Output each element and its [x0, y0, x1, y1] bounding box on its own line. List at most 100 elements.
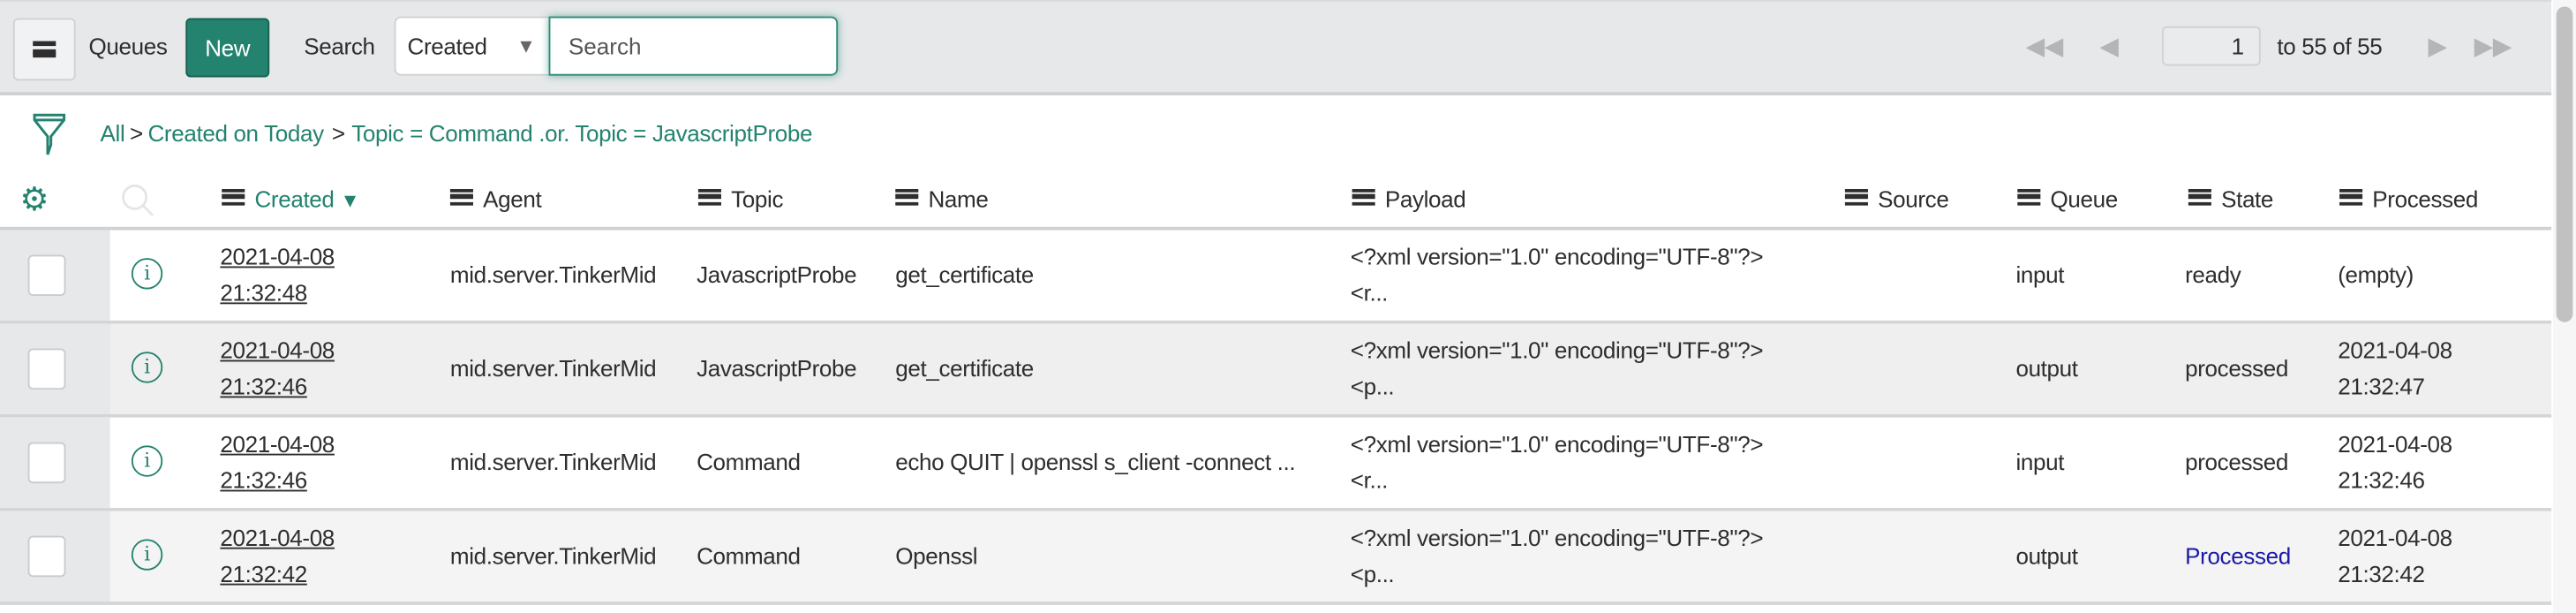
queue-cell: input [2015, 261, 2065, 288]
payload-cell-line2: <p... [1350, 373, 1395, 400]
list-toolbar: Queues New Search Created ▼ ◀◀ ◀ to 55 of… [0, 0, 2552, 95]
column-label: Agent [483, 185, 542, 213]
created-time-link[interactable]: 21:32:46 [220, 368, 307, 405]
table-row[interactable]: i 2021-04-08 21:32:48 mid.server.TinkerMid J… [0, 230, 2552, 324]
column-menu-icon[interactable] [2017, 189, 2041, 206]
column-header-created[interactable]: Created ▼ [222, 185, 360, 213]
name-cell: Openssl [895, 542, 978, 569]
search-column-icon[interactable] [120, 183, 156, 219]
column-label: Processed [2372, 185, 2479, 213]
name-cell: echo QUIT | openssl s_client -connect ..… [895, 449, 1296, 475]
agent-cell: mid.server.TinkerMid [449, 261, 657, 288]
topic-cell: Command [697, 449, 801, 475]
payload-cell-line2: <p... [1350, 560, 1395, 587]
created-date-link[interactable]: 2021-04-08 [220, 332, 335, 368]
processed-time: 21:32:42 [2338, 560, 2425, 587]
breadcrumb-topic-filter[interactable]: Topic = Command .or. Topic = JavascriptP… [351, 120, 812, 147]
column-header-payload[interactable]: Payload [1352, 185, 1466, 212]
column-label: State [2221, 185, 2274, 213]
agent-cell: mid.server.TinkerMid [449, 354, 657, 382]
processed-time: 21:32:46 [2338, 466, 2425, 494]
processed-time: 21:32:47 [2338, 373, 2425, 400]
hamburger-icon [33, 41, 56, 58]
payload-cell-line1: <?xml version="1.0" encoding="UTF-8"?> [1350, 243, 1764, 270]
row-checkbox[interactable] [27, 254, 66, 296]
row-checkbox[interactable] [27, 442, 66, 484]
state-cell: Processed [2185, 542, 2291, 569]
processed-cell: (empty) [2338, 261, 2414, 288]
row-checkbox[interactable] [27, 535, 66, 578]
breadcrumb-created-today[interactable]: Created on Today [147, 120, 324, 147]
table-row[interactable]: i 2021-04-08 21:32:46 mid.server.TinkerMid C… [0, 417, 2552, 511]
column-header-queue[interactable]: Queue [2017, 185, 2118, 212]
column-menu-icon[interactable] [2188, 189, 2211, 206]
queue-cell: output [2015, 354, 2078, 382]
column-menu-icon[interactable] [697, 189, 721, 206]
agent-cell: mid.server.TinkerMid [449, 449, 657, 475]
column-menu-icon[interactable] [1844, 189, 1868, 206]
payload-cell-line1: <?xml version="1.0" encoding="UTF-8"?> [1350, 337, 1764, 364]
created-time-link[interactable]: 21:32:48 [220, 275, 307, 311]
last-page-icon[interactable]: ▶▶ [2474, 31, 2512, 61]
agent-cell: mid.server.TinkerMid [449, 542, 657, 569]
queue-cell: output [2015, 542, 2078, 569]
name-cell: get_certificate [895, 261, 1034, 288]
search-input[interactable] [548, 16, 839, 76]
column-header-name[interactable]: Name [895, 185, 989, 212]
name-cell: get_certificate [895, 354, 1034, 382]
breadcrumb-all[interactable]: All [101, 120, 125, 147]
gear-icon[interactable]: ⚙ [19, 179, 49, 221]
column-menu-icon[interactable] [222, 189, 245, 206]
state-cell: processed [2185, 354, 2288, 382]
scrollbar-thumb[interactable] [2556, 6, 2573, 322]
list-menu-button[interactable] [12, 18, 76, 81]
list-title: Queues [88, 33, 168, 59]
next-page-icon[interactable]: ▶ [2429, 31, 2447, 61]
queues-list-page: Queues New Search Created ▼ ◀◀ ◀ to 55 of… [0, 0, 2576, 613]
column-label: Payload [1384, 185, 1466, 213]
page-number-input[interactable] [2162, 26, 2261, 66]
previous-page-icon[interactable]: ◀ [2099, 31, 2118, 61]
column-label: Topic [731, 185, 784, 213]
table-row[interactable]: i 2021-04-08 21:32:46 mid.server.TinkerMid J… [0, 323, 2552, 418]
created-date-link[interactable]: 2021-04-08 [220, 426, 335, 462]
column-header-topic[interactable]: Topic [697, 185, 784, 213]
created-time-link[interactable]: 21:32:46 [220, 462, 307, 498]
info-icon[interactable]: i [131, 445, 163, 477]
row-checkbox[interactable] [27, 348, 66, 390]
search-label: Search [304, 33, 375, 59]
pagination-range: to 55 of 55 [2277, 33, 2383, 59]
queue-cell: input [2015, 449, 2065, 475]
created-date-link[interactable]: 2021-04-08 [220, 238, 335, 275]
state-cell: processed [2185, 449, 2288, 475]
column-header-agent[interactable]: Agent [449, 185, 542, 213]
column-menu-icon[interactable] [895, 189, 919, 206]
payload-cell-line1: <?xml version="1.0" encoding="UTF-8"?> [1350, 430, 1764, 458]
column-header-state[interactable]: State [2188, 185, 2273, 212]
table-row[interactable]: i 2021-04-08 21:32:42 mid.server.TinkerMid C… [0, 511, 2552, 605]
payload-cell-line2: <r... [1350, 466, 1389, 494]
search-field-select[interactable]: Created ▼ [394, 16, 553, 76]
column-menu-icon[interactable] [449, 189, 473, 206]
column-menu-icon[interactable] [1352, 189, 1375, 206]
info-icon[interactable]: i [131, 539, 163, 571]
payload-cell-line2: <r... [1350, 279, 1389, 306]
info-icon[interactable]: i [131, 352, 163, 383]
column-label: Queue [2050, 185, 2119, 213]
dropdown-caret-icon: ▼ [516, 34, 536, 58]
payload-cell-line1: <?xml version="1.0" encoding="UTF-8"?> [1350, 524, 1764, 551]
first-page-icon[interactable]: ◀◀ [2026, 31, 2064, 61]
new-button[interactable]: New [185, 18, 270, 78]
info-icon[interactable]: i [131, 258, 163, 290]
column-menu-icon[interactable] [2339, 189, 2363, 206]
processed-date: 2021-04-08 [2338, 337, 2452, 364]
state-cell: ready [2185, 261, 2241, 288]
column-header-source[interactable]: Source [1844, 185, 1949, 212]
column-header-processed[interactable]: Processed [2339, 185, 2478, 212]
topic-cell: Command [697, 542, 801, 569]
created-time-link[interactable]: 21:32:42 [220, 556, 307, 592]
search-field-value: Created [407, 33, 487, 59]
filter-icon[interactable] [31, 112, 67, 158]
column-label: Created [254, 185, 335, 213]
created-date-link[interactable]: 2021-04-08 [220, 519, 335, 556]
